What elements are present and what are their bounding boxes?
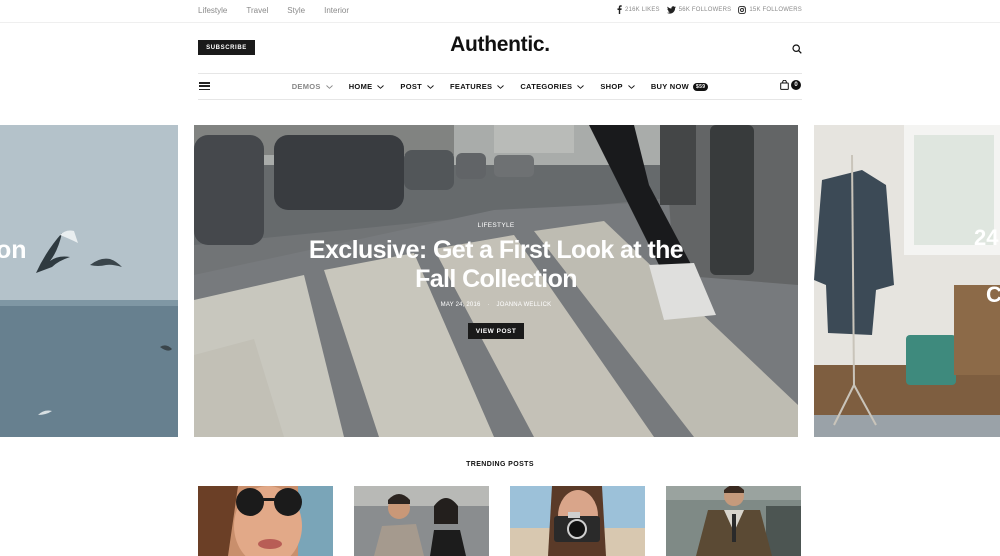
social-facebook[interactable]: 216K LIKES <box>617 5 660 14</box>
social-twitter[interactable]: 56K FOLLOWERS <box>666 5 732 14</box>
nav-post-label: POST <box>400 82 423 91</box>
instagram-icon <box>738 5 747 14</box>
shopping-bag-icon <box>780 80 789 90</box>
chevron-down-icon <box>577 84 585 89</box>
nav-buy-now-label: BUY NOW <box>650 82 690 91</box>
cart-button[interactable]: 0 <box>780 80 801 90</box>
slide-next-title-fragment-2: C <box>986 282 1000 307</box>
site-logo[interactable]: Authentic. <box>0 33 1000 57</box>
top-bar: Lifestyle Travel Style Interior 216K LIK… <box>0 0 1000 22</box>
seagulls-image <box>0 125 178 437</box>
trending-thumb-1[interactable] <box>198 486 333 556</box>
couple-street-image <box>354 486 489 556</box>
hero-meta: MAY 24, 2016 · JOANNA WELLICK <box>194 302 798 308</box>
facebook-icon <box>617 5 622 14</box>
meta-separator: · <box>487 302 490 308</box>
main-nav: DEMOS HOME POST FEATURES CATEGORIES SHOP… <box>0 82 1000 91</box>
trending-thumb-3[interactable] <box>510 486 645 556</box>
price-badge: $59 <box>693 82 709 91</box>
hero-title[interactable]: Exclusive: Get a First Look at the Fall … <box>300 236 692 294</box>
nav-demos[interactable]: DEMOS <box>292 82 333 91</box>
trending-posts-heading: TRENDING POSTS <box>466 461 534 468</box>
chevron-down-icon <box>325 84 333 89</box>
nav-demos-label: DEMOS <box>291 82 321 91</box>
trending-thumb-2[interactable] <box>354 486 489 556</box>
nav-buy-now[interactable]: BUY NOW $59 <box>650 82 709 91</box>
nav-categories[interactable]: CATEGORIES <box>520 82 585 91</box>
top-link-interior[interactable]: Interior <box>324 6 349 15</box>
man-coat-image <box>666 486 801 556</box>
facebook-likes: 216K LIKES <box>625 6 660 13</box>
nav-features[interactable]: FEATURES <box>450 82 505 91</box>
slide-next-title-fragment-1: 24 <box>974 225 999 250</box>
coat-rack-image <box>814 125 1000 437</box>
chevron-down-icon <box>377 84 385 89</box>
woman-sunglasses-image <box>198 486 333 556</box>
twitter-icon <box>666 5 676 14</box>
social-instagram[interactable]: 15K FOLLOWERS <box>738 5 802 14</box>
top-link-style[interactable]: Style <box>287 6 305 15</box>
search-button[interactable] <box>792 41 802 59</box>
nav-home[interactable]: HOME <box>349 82 385 91</box>
hero-category[interactable]: LIFESTYLE <box>194 222 798 229</box>
woman-camera-image <box>510 486 645 556</box>
nav-divider-top <box>198 73 802 74</box>
view-post-button[interactable]: VIEW POST <box>468 323 524 339</box>
nav-divider-bottom <box>198 99 802 100</box>
nav-categories-label: CATEGORIES <box>520 82 573 91</box>
cart-count: 0 <box>791 80 801 90</box>
nav-features-label: FEATURES <box>450 82 493 91</box>
social-counters: 216K LIKES 56K FOLLOWERS 15K FOLLOWERS <box>610 5 802 14</box>
slide-previous-title-fragment: on <box>0 236 27 264</box>
nav-home-label: HOME <box>348 82 373 91</box>
chevron-down-icon <box>497 84 505 89</box>
slide-next[interactable] <box>814 125 1000 437</box>
chevron-down-icon <box>628 84 635 89</box>
top-link-lifestyle[interactable]: Lifestyle <box>198 6 227 15</box>
hero-author[interactable]: JOANNA WELLICK <box>497 302 552 308</box>
nav-shop-label: SHOP <box>600 82 623 91</box>
nav-shop[interactable]: SHOP <box>600 82 635 91</box>
top-divider <box>0 22 1000 23</box>
twitter-followers: 56K FOLLOWERS <box>678 6 732 13</box>
trending-thumb-4[interactable] <box>666 486 801 556</box>
instagram-followers: 15K FOLLOWERS <box>749 6 802 13</box>
search-icon <box>792 44 802 54</box>
chevron-down-icon <box>427 84 434 89</box>
top-link-travel[interactable]: Travel <box>246 6 268 15</box>
top-links: Lifestyle Travel Style Interior <box>198 6 368 15</box>
slide-previous[interactable] <box>0 125 178 437</box>
hero-date: MAY 24, 2016 <box>440 302 481 308</box>
nav-post[interactable]: POST <box>400 82 434 91</box>
